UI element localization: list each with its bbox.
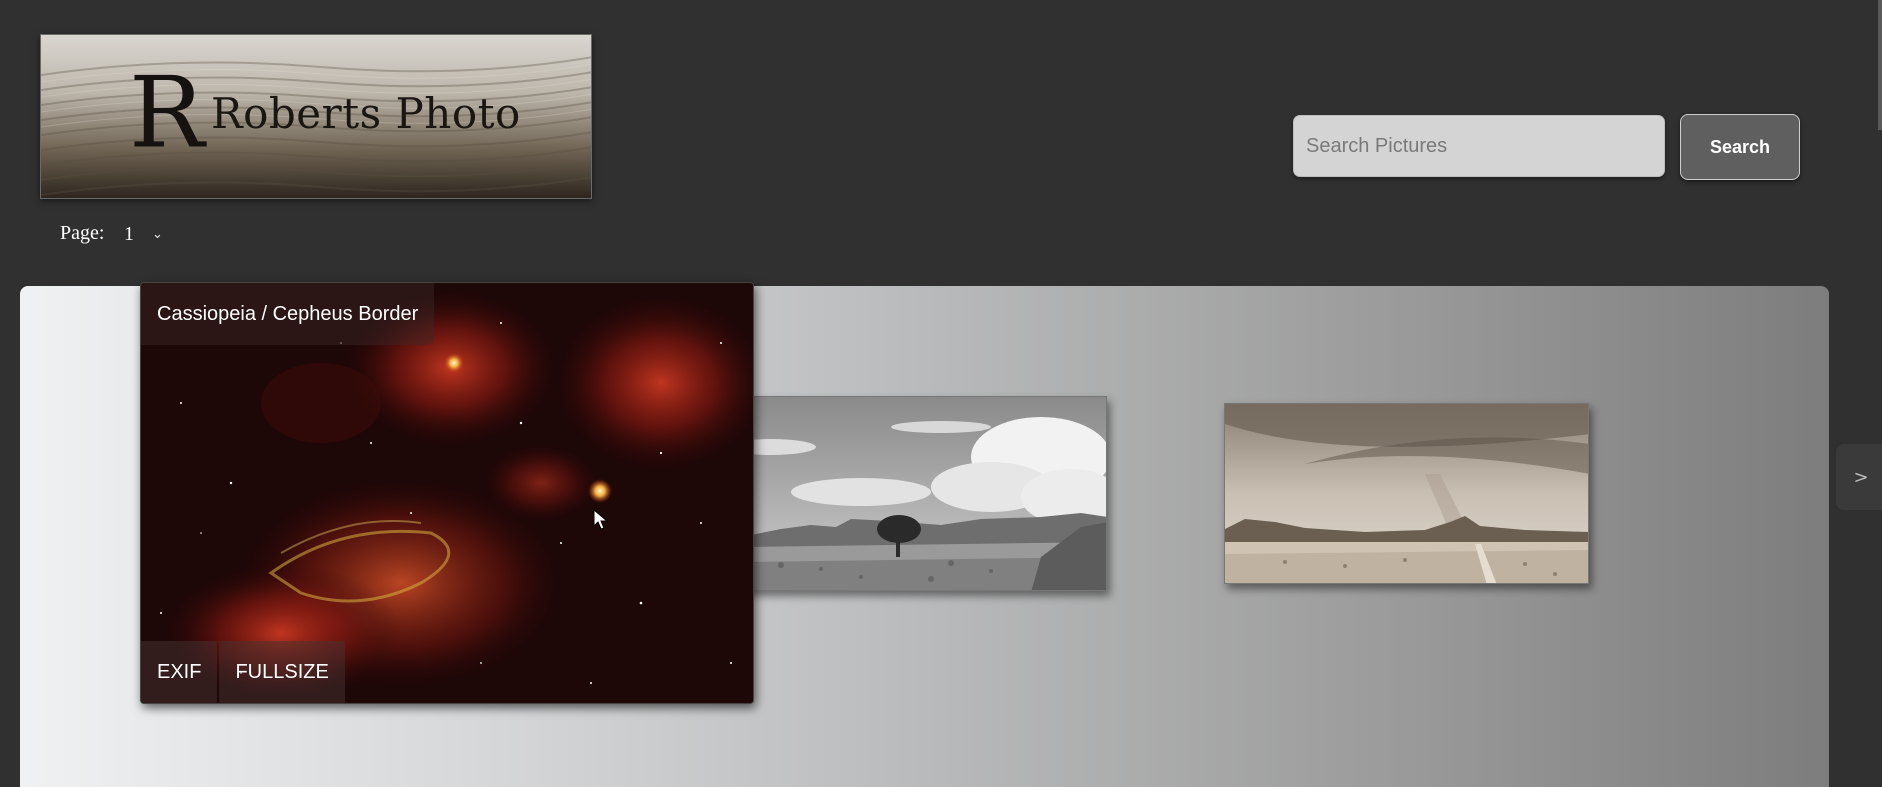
featured-photo-actions: EXIF FULLSIZE [141, 641, 345, 703]
page-label: Page: [60, 222, 105, 244]
logo-title: Roberts Photo [211, 89, 521, 138]
featured-photo[interactable]: Cassiopeia / Cepheus Border EXIF FULLSIZ… [140, 282, 754, 704]
search-input[interactable] [1293, 115, 1665, 177]
chevron-down-icon: ⌄ [152, 226, 163, 242]
mouse-cursor-icon [593, 509, 609, 530]
page-select[interactable]: 1 ⌄ [124, 218, 176, 250]
exif-button[interactable]: EXIF [141, 641, 218, 703]
page-select-value: 1 [124, 222, 134, 245]
featured-photo-title: Cassiopeia / Cepheus Border [141, 283, 435, 345]
logo-initial: R [129, 55, 205, 170]
page-scrollbar[interactable] [1878, 0, 1882, 130]
search-button[interactable]: Search [1680, 114, 1800, 180]
gallery-thumbnail-desert-tree[interactable] [740, 396, 1107, 591]
chevron-right-icon: > [1853, 466, 1869, 488]
fullsize-button[interactable]: FULLSIZE [219, 641, 345, 703]
gallery-thumbnail-storm-plain[interactable] [1224, 403, 1589, 584]
gallery-next-button[interactable]: > [1836, 444, 1882, 510]
site-logo[interactable]: R Roberts Photo [40, 34, 592, 199]
